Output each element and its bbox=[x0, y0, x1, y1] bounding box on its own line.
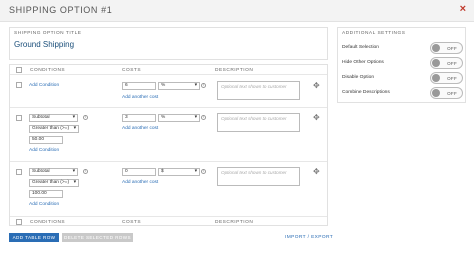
cost-unit-value: $ bbox=[161, 169, 164, 174]
chevron-down-icon: ▾ bbox=[73, 180, 76, 185]
setting-label: Disable Option bbox=[342, 75, 375, 80]
info-icon: i bbox=[83, 115, 88, 120]
cost-unit-select[interactable]: % ▾ bbox=[158, 82, 200, 90]
row-checkbox[interactable] bbox=[16, 82, 22, 88]
toggle-state: OFF bbox=[447, 61, 457, 66]
table-row: Subtotal ▾ i Greater than (>=) ▾ 100.00 Ad… bbox=[10, 162, 327, 216]
setting-label: Default Selection bbox=[342, 45, 379, 50]
table-row: Subtotal ▾ i Greater than (>=) ▾ 50.00 Add… bbox=[10, 108, 327, 162]
column-footer-costs: COSTS bbox=[122, 220, 142, 225]
toggle-state: OFF bbox=[447, 46, 457, 51]
window-header: SHIPPING OPTION #1 × bbox=[0, 0, 474, 22]
condition-operator-value: Greater than (>=) bbox=[32, 126, 70, 131]
move-handle-icon[interactable]: ✥ bbox=[313, 113, 320, 122]
chevron-down-icon: ▾ bbox=[73, 126, 76, 131]
condition-field-select[interactable]: Subtotal ▾ bbox=[29, 114, 78, 122]
row-checkbox[interactable] bbox=[16, 169, 22, 175]
condition-operator-select[interactable]: Greater than (>=) ▾ bbox=[29, 125, 79, 133]
toggle-knob bbox=[432, 89, 440, 97]
move-handle-icon[interactable]: ✥ bbox=[313, 167, 320, 176]
condition-field-value: Subtotal bbox=[32, 115, 50, 120]
condition-operator-value: Greater than (>=) bbox=[32, 180, 70, 185]
close-icon[interactable]: × bbox=[460, 3, 466, 15]
description-input[interactable]: Optional text shown to customer bbox=[217, 113, 300, 132]
shipping-title-panel: SHIPPING OPTION TITLE Ground Shipping bbox=[9, 27, 328, 60]
toggle-knob bbox=[432, 44, 440, 52]
setting-combine-descriptions: Combine Descriptions OFF bbox=[342, 87, 466, 99]
column-header-description: DESCRIPTION bbox=[215, 68, 254, 73]
condition-value-input[interactable]: 100.00 bbox=[29, 190, 63, 198]
shipping-title-input[interactable]: Ground Shipping bbox=[14, 40, 74, 49]
column-header-conditions: CONDITIONS bbox=[30, 68, 66, 73]
chevron-down-icon: ▾ bbox=[194, 169, 197, 174]
additional-settings-panel: ADDITIONAL SETTINGS Default Selection OF… bbox=[337, 27, 466, 103]
cost-unit-select[interactable]: $ ▾ bbox=[158, 168, 200, 176]
toggle-knob bbox=[432, 59, 440, 67]
condition-field-value: Subtotal bbox=[32, 169, 50, 174]
add-condition-link[interactable]: Add Condition bbox=[29, 202, 59, 207]
chevron-down-icon: ▾ bbox=[194, 83, 197, 88]
shipping-title-caption: SHIPPING OPTION TITLE bbox=[14, 31, 82, 36]
table-row: Add Condition 6 % ▾ i Add another cost Op… bbox=[10, 76, 327, 108]
condition-operator-select[interactable]: Greater than (>=) ▾ bbox=[29, 179, 79, 187]
info-icon: i bbox=[201, 169, 206, 174]
column-footer-conditions: CONDITIONS bbox=[30, 220, 66, 225]
add-cost-link[interactable]: Add another cost bbox=[122, 126, 158, 131]
add-table-row-button[interactable]: ADD TABLE ROW bbox=[9, 233, 59, 242]
cost-value-input[interactable]: 3 bbox=[122, 114, 156, 122]
chevron-down-icon: ▾ bbox=[72, 115, 75, 120]
add-cost-link[interactable]: Add another cost bbox=[122, 180, 158, 185]
info-icon: i bbox=[201, 115, 206, 120]
default-selection-toggle[interactable]: OFF bbox=[430, 42, 463, 54]
combine-descriptions-toggle[interactable]: OFF bbox=[430, 87, 463, 99]
additional-settings-caption: ADDITIONAL SETTINGS bbox=[342, 31, 406, 36]
toggle-state: OFF bbox=[447, 91, 457, 96]
cost-unit-select[interactable]: % ▾ bbox=[158, 114, 200, 122]
toggle-state: OFF bbox=[447, 76, 457, 81]
setting-disable-option: Disable Option OFF bbox=[342, 72, 466, 84]
add-condition-link[interactable]: Add Condition bbox=[29, 83, 59, 88]
info-icon: i bbox=[201, 83, 206, 88]
condition-value-input[interactable]: 50.00 bbox=[29, 136, 63, 144]
setting-label: Hide Other Options bbox=[342, 60, 384, 65]
setting-hide-other-options: Hide Other Options OFF bbox=[342, 57, 466, 69]
condition-field-select[interactable]: Subtotal ▾ bbox=[29, 168, 78, 176]
setting-label: Combine Descriptions bbox=[342, 90, 390, 95]
delete-selected-rows-button[interactable]: DELETE SELECTED ROWS bbox=[62, 233, 133, 242]
info-icon: i bbox=[83, 169, 88, 174]
select-all-checkbox[interactable] bbox=[16, 67, 22, 73]
cost-value-input[interactable]: 6 bbox=[122, 82, 156, 90]
add-condition-link[interactable]: Add Condition bbox=[29, 148, 59, 153]
table-header: CONDITIONS COSTS DESCRIPTION bbox=[10, 65, 327, 75]
cost-unit-value: % bbox=[161, 115, 166, 120]
import-export-link[interactable]: IMPORT / EXPORT bbox=[285, 235, 333, 240]
window-title: SHIPPING OPTION #1 bbox=[9, 5, 113, 15]
chevron-down-icon: ▾ bbox=[194, 115, 197, 120]
move-handle-icon[interactable]: ✥ bbox=[313, 81, 320, 90]
setting-default-selection: Default Selection OFF bbox=[342, 42, 466, 54]
toggle-knob bbox=[432, 74, 440, 82]
column-footer-description: DESCRIPTION bbox=[215, 220, 254, 225]
table-footer: CONDITIONS COSTS DESCRIPTION bbox=[10, 216, 327, 226]
add-cost-link[interactable]: Add another cost bbox=[122, 95, 158, 100]
select-all-checkbox[interactable] bbox=[16, 219, 22, 225]
cost-unit-value: % bbox=[161, 83, 166, 88]
cost-value-input[interactable]: 0 bbox=[122, 168, 156, 176]
description-input[interactable]: Optional text shown to customer bbox=[217, 167, 300, 186]
hide-other-options-toggle[interactable]: OFF bbox=[430, 57, 463, 69]
chevron-down-icon: ▾ bbox=[72, 169, 75, 174]
column-header-costs: COSTS bbox=[122, 68, 142, 73]
description-input[interactable]: Optional text shown to customer bbox=[217, 81, 300, 100]
row-checkbox[interactable] bbox=[16, 115, 22, 121]
disable-option-toggle[interactable]: OFF bbox=[430, 72, 463, 84]
shipping-rules-table: CONDITIONS COSTS DESCRIPTION Add Conditi… bbox=[9, 64, 328, 226]
